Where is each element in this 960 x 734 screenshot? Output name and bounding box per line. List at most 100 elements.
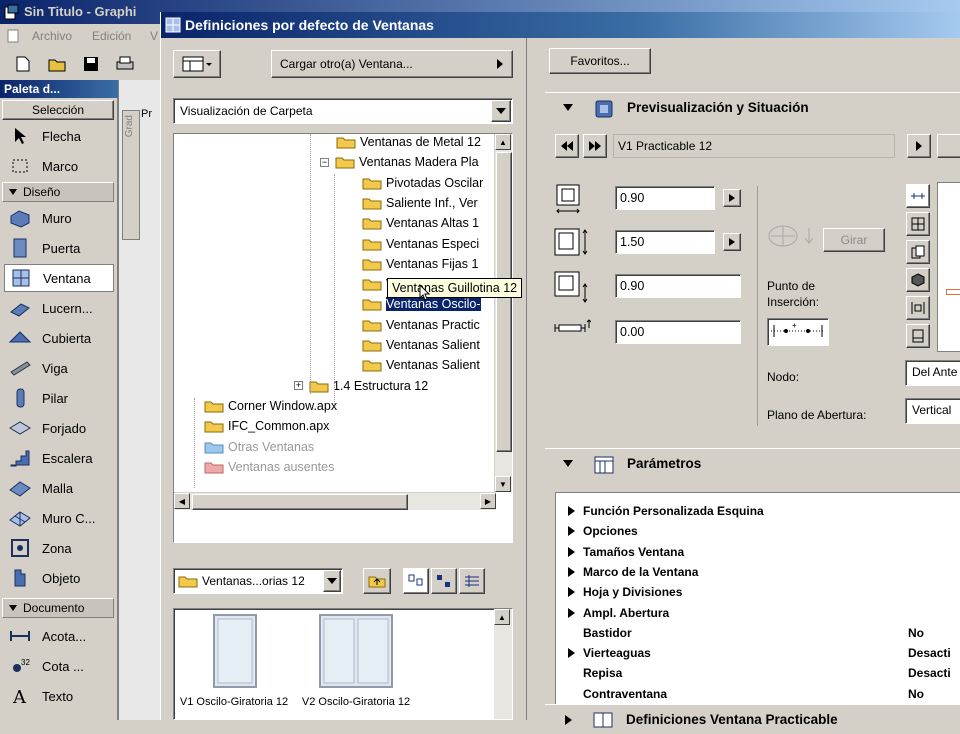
tool-forjado[interactable]: Forjado (4, 414, 114, 442)
tree-vertical-scrollbar[interactable]: ▲ ▼ (494, 134, 512, 492)
tool-marco[interactable]: Marco (4, 152, 114, 180)
tree-node[interactable]: Ventanas Altas 1 (362, 213, 479, 233)
tool-malla[interactable]: Malla (4, 474, 114, 502)
scroll-right-button[interactable]: ▶ (480, 493, 496, 509)
tool-objeto[interactable]: Objeto (4, 564, 114, 592)
parameter-row[interactable]: Hoja y Divisiones (556, 582, 960, 602)
tree-node[interactable]: Ventanas Salient (362, 335, 480, 355)
tool-flecha[interactable]: Flecha (4, 122, 114, 150)
thumbnail-panel[interactable]: V1 Oscilo-Giratoria 12 V2 Oscilo-Girator… (173, 608, 513, 720)
load-other-window-button[interactable]: Cargar otro(a) Ventana... (271, 50, 513, 78)
tool-viga[interactable]: Viga (4, 354, 114, 382)
tool-puerta[interactable]: Puerta (4, 234, 114, 262)
dropdown-button[interactable] (323, 570, 341, 592)
section-view-button[interactable] (906, 240, 930, 264)
view-select[interactable]: Visualización de Carpeta (173, 98, 513, 124)
parameter-row[interactable]: Marco de la Ventana (556, 562, 960, 582)
scroll-down-button[interactable]: ▼ (495, 476, 511, 492)
tree-node[interactable]: Otras Ventanas (204, 437, 314, 457)
preview-section-header[interactable]: Previsualización y Situación (545, 92, 960, 122)
seleccion-header[interactable]: Selección (2, 100, 114, 120)
width-arrow-button[interactable] (723, 189, 741, 207)
3d-view-button[interactable] (906, 268, 930, 292)
tree-node[interactable]: Ventanas Fijas 1 (362, 254, 478, 274)
tree-node[interactable]: +1.4 Estructura 12 (294, 376, 428, 396)
tree-node[interactable]: − Ventanas Madera Pla (320, 152, 479, 172)
tree-node[interactable]: Corner Window.apx (204, 396, 337, 416)
scroll-up-button[interactable]: ▲ (494, 609, 510, 625)
menu-archivo[interactable]: Archivo (32, 29, 72, 43)
parameters-list[interactable]: Función Personalizada Esquina Opciones Tam… (555, 492, 960, 722)
tool-lucernario[interactable]: Lucern... (4, 294, 114, 322)
height-field[interactable]: 1.50 (615, 230, 715, 254)
expand-triangle-icon[interactable] (568, 546, 575, 557)
favorites-button[interactable]: Favoritos... (549, 48, 651, 74)
expand-triangle-icon[interactable] (568, 648, 575, 659)
floor-plan-view-button[interactable] (906, 184, 930, 208)
tool-pilar[interactable]: Pilar (4, 384, 114, 412)
detail-view-button[interactable] (906, 296, 930, 320)
tree-node[interactable]: IFC_Common.apx (204, 416, 329, 436)
view-list-button[interactable] (459, 568, 485, 594)
expand-toggle-icon[interactable]: − (320, 157, 329, 167)
elevation-view-button[interactable] (906, 212, 930, 236)
width-field[interactable]: 0.90 (615, 186, 715, 210)
thumbnail-scrollbar[interactable]: ▲ (494, 609, 512, 719)
menu-v[interactable]: V (150, 29, 158, 43)
tool-muro[interactable]: Muro (4, 204, 114, 232)
node-select[interactable]: Del Ante (905, 360, 960, 386)
tool-cubierta[interactable]: Cubierta (4, 324, 114, 352)
tree-horizontal-scrollbar[interactable]: ◀ ▶ (174, 492, 496, 510)
vertical-tab[interactable]: Grad (122, 110, 140, 240)
tool-ventana[interactable]: Ventana (4, 264, 114, 292)
opening-view-button[interactable] (906, 324, 930, 348)
thumbnail-item[interactable]: V1 Oscilo-Giratoria 12 (176, 613, 292, 719)
params-section-header[interactable]: Parámetros (545, 448, 960, 478)
practicable-section-header[interactable]: Definiciones Ventana Practicable (545, 704, 960, 734)
expand-triangle-icon[interactable] (568, 526, 575, 537)
new-document-icon[interactable] (14, 56, 32, 72)
tool-acotacion[interactable]: Acota... (4, 622, 114, 650)
tree-node[interactable]: Ventanas Practic (362, 315, 480, 335)
expand-triangle-icon[interactable] (568, 607, 575, 618)
height-arrow-button[interactable] (723, 233, 741, 251)
parameter-row[interactable]: Repisa Desacti (556, 663, 960, 683)
dropdown-button[interactable] (491, 100, 511, 122)
diseno-section[interactable]: Diseño (2, 182, 114, 202)
expand-triangle-icon[interactable] (568, 566, 575, 577)
open-folder-icon[interactable] (48, 56, 66, 72)
scroll-up-button[interactable]: ▲ (495, 134, 511, 150)
tool-texto[interactable]: A Texto (4, 682, 114, 710)
tree-node[interactable]: Ventanas Especi (362, 234, 479, 254)
parameter-row[interactable]: Tamaños Ventana (556, 542, 960, 562)
opening-plane-select[interactable]: Vertical (905, 398, 960, 424)
documento-section[interactable]: Documento (2, 598, 114, 618)
view-mode-button[interactable] (173, 50, 221, 78)
tree-node[interactable]: Ventanas de Metal 12 (336, 134, 481, 152)
offset-field[interactable]: 0.00 (615, 320, 741, 344)
tree-node[interactable]: Ventanas Salient (362, 355, 480, 375)
view-small-button[interactable] (431, 568, 457, 594)
next-button[interactable] (583, 134, 607, 158)
preview-extra-button[interactable] (937, 134, 960, 158)
hscroll-thumb[interactable] (192, 494, 408, 510)
parameter-row[interactable]: Contraventana No (556, 684, 960, 704)
parameter-row[interactable]: Función Personalizada Esquina (556, 501, 960, 521)
tool-muro-cortina[interactable]: Muro C... (4, 504, 114, 532)
print-icon[interactable] (116, 56, 134, 72)
save-icon[interactable] (82, 56, 100, 72)
expand-triangle-icon[interactable] (568, 506, 575, 516)
parameter-row[interactable]: Opciones (556, 521, 960, 541)
tree-node[interactable]: Ventanas ausentes (204, 457, 334, 477)
rotate-button[interactable]: Girar (823, 228, 885, 252)
parameter-row[interactable]: Ampl. Abertura (556, 603, 960, 623)
folder-tree[interactable]: Ventanas de Metal 12 − Ventanas Madera Pla… (173, 133, 513, 543)
previous-button[interactable] (555, 134, 579, 158)
folder-select[interactable]: Ventanas...orias 12 (173, 568, 343, 594)
thumbnail-item[interactable]: V2 Oscilo-Giratoria 12 (298, 613, 414, 719)
expand-toggle-icon[interactable]: + (294, 381, 303, 391)
expand-triangle-icon[interactable] (568, 587, 575, 598)
tool-cota[interactable]: 32 Cota ... (4, 652, 114, 680)
insertion-point-selector[interactable]: + (767, 318, 829, 346)
tool-escalera[interactable]: Escalera (4, 444, 114, 472)
